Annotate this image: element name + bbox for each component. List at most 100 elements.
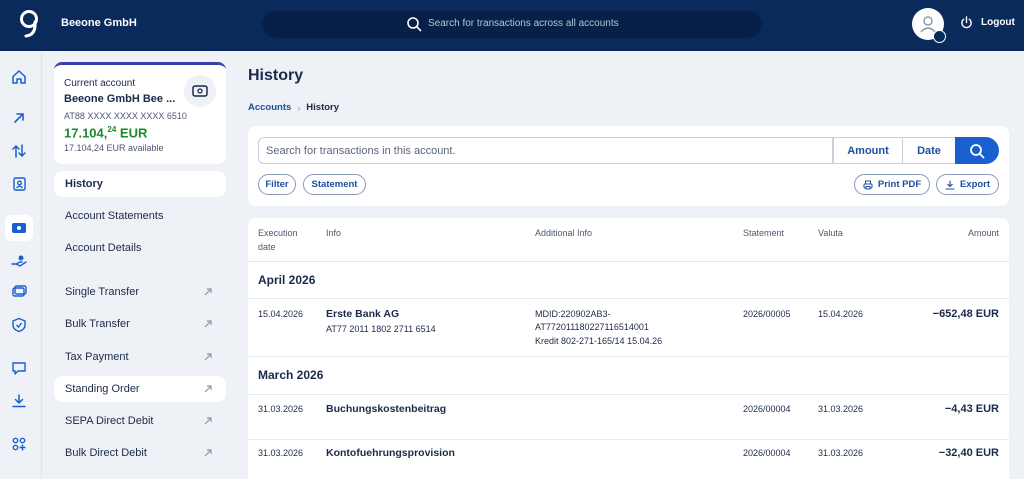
sidebar-item-label: Single Transfer xyxy=(65,286,139,298)
global-search-placeholder: Search for transactions across all accou… xyxy=(428,18,619,29)
balance-cents: 24 xyxy=(107,125,117,134)
shield-icon[interactable] xyxy=(7,313,31,337)
print-pdf-button[interactable]: Print PDF xyxy=(854,174,930,195)
sidebar-item-label: Standing Order xyxy=(65,383,140,395)
sidebar-item-account-details[interactable]: Account Details xyxy=(54,235,226,261)
row-divider xyxy=(248,394,1009,395)
card-view-icon[interactable] xyxy=(184,75,216,107)
sidebar-item-history[interactable]: History xyxy=(54,171,226,197)
sidebar-item-label: Account Statements xyxy=(65,210,164,222)
export-button[interactable]: Export xyxy=(936,174,999,195)
global-search-input[interactable]: Search for transactions across all accou… xyxy=(262,11,762,38)
column-header-statement[interactable]: Statement xyxy=(743,226,784,240)
filter-card: Search for transactions in this account.… xyxy=(248,126,1009,206)
statement-button[interactable]: Statement xyxy=(303,174,366,195)
print-pdf-label: Print PDF xyxy=(877,179,922,190)
sidebar-item-standing-order[interactable]: Standing Order xyxy=(54,376,226,402)
column-header-info[interactable]: Info xyxy=(326,226,341,240)
company-name: Beeone GmbH xyxy=(61,17,137,29)
filter-button[interactable]: Filter xyxy=(258,174,296,195)
row-valuta: 15.04.2026 xyxy=(818,309,864,319)
logout-label: Logout xyxy=(981,17,1015,28)
row-info-sub: AT77 2011 1802 2711 6514 xyxy=(326,324,436,334)
transfer-icon[interactable] xyxy=(7,139,31,163)
sidebar-item-single-transfer[interactable]: Single Transfer xyxy=(54,279,226,305)
row-amount: −4,43 EUR xyxy=(944,403,999,415)
page-title: History xyxy=(248,67,304,84)
row-divider xyxy=(248,439,1009,440)
month-group-label: April 2026 xyxy=(258,273,316,287)
sidebar-item-label: Bulk Transfer xyxy=(65,318,130,330)
bank-logo-icon[interactable] xyxy=(18,9,40,39)
row-statement: 2026/00005 xyxy=(743,309,791,319)
row-execution-date: 15.04.2026 xyxy=(258,309,304,319)
sidebar-item-bulk-transfer[interactable]: Bulk Transfer xyxy=(54,311,226,337)
column-header-valuta[interactable]: Valuta xyxy=(818,226,843,240)
card-icon[interactable] xyxy=(5,215,33,241)
account-search-input[interactable]: Search for transactions in this account. xyxy=(258,137,833,164)
contacts-icon[interactable] xyxy=(7,172,31,196)
apps-icon[interactable] xyxy=(7,432,31,456)
row-additional-info: Kredit 802-271-165/14 15.04.26 xyxy=(535,336,663,346)
balance-currency: EUR xyxy=(116,125,148,141)
account-sidebar: Current account Beeone GmbH Bee ... AT88… xyxy=(42,51,236,479)
cards-icon[interactable] xyxy=(7,280,31,304)
search-icon xyxy=(970,143,985,158)
sidebar-item-label: Tax Payment xyxy=(65,351,129,363)
sidebar-item-label: SEPA Direct Debit xyxy=(65,415,154,427)
transactions-table: Execution date Info Additional Info Stat… xyxy=(248,218,1009,479)
account-type-label: Current account xyxy=(64,78,136,89)
external-arrow-icon xyxy=(204,320,212,328)
download-icon xyxy=(945,179,955,190)
row-amount: −652,48 EUR xyxy=(932,308,999,320)
breadcrumb-accounts-link[interactable]: Accounts xyxy=(248,102,291,113)
column-header-execution-date[interactable]: Execution date xyxy=(258,226,298,254)
breadcrumb-current: History xyxy=(306,102,340,113)
download-icon[interactable] xyxy=(7,389,31,413)
breadcrumb: Accounts › History xyxy=(248,102,339,113)
hand-money-icon[interactable] xyxy=(7,249,31,273)
row-statement: 2026/00004 xyxy=(743,404,791,414)
month-group-label: March 2026 xyxy=(258,368,324,382)
row-info: Erste Bank AG xyxy=(326,308,400,320)
sidebar-item-sepa-direct-debit[interactable]: SEPA Direct Debit xyxy=(54,408,226,434)
external-arrow-icon xyxy=(204,385,212,393)
external-arrow-icon xyxy=(204,288,212,296)
chat-icon[interactable] xyxy=(7,356,31,380)
sidebar-item-bulk-direct-debit[interactable]: Bulk Direct Debit xyxy=(54,440,226,466)
export-label: Export xyxy=(959,179,991,190)
row-info: Buchungskostenbeitrag xyxy=(326,403,447,415)
row-divider xyxy=(248,356,1009,357)
external-arrow-icon xyxy=(204,449,212,457)
row-additional-info: AT772011180227116514001 xyxy=(535,322,649,332)
row-valuta: 31.03.2026 xyxy=(818,448,864,458)
sidebar-item-account-statements[interactable]: Account Statements xyxy=(54,203,226,229)
header-divider xyxy=(248,261,1009,262)
settings-badge-icon[interactable] xyxy=(933,30,946,43)
row-statement: 2026/00004 xyxy=(743,448,791,458)
external-arrow-icon xyxy=(204,353,212,361)
account-balance: 17.104,24 EUR xyxy=(64,125,147,140)
account-search-placeholder: Search for transactions in this account. xyxy=(266,145,456,157)
top-bar: Beeone GmbH Search for transactions acro… xyxy=(0,0,1024,51)
column-header-amount[interactable]: Amount xyxy=(968,226,999,240)
column-header-line: date xyxy=(258,242,276,252)
search-button[interactable] xyxy=(955,137,999,164)
sidebar-item-tax-payment[interactable]: Tax Payment xyxy=(54,344,226,370)
sidebar-item-label: History xyxy=(65,178,103,190)
row-valuta: 31.03.2026 xyxy=(818,404,864,414)
home-icon[interactable] xyxy=(7,65,31,89)
search-icon xyxy=(407,17,422,32)
row-additional-info: MDID:220902AB3- xyxy=(535,309,611,319)
icon-rail xyxy=(0,51,42,479)
column-header-additional-info[interactable]: Additional Info xyxy=(535,226,592,240)
account-card[interactable]: Current account Beeone GmbH Bee ... AT88… xyxy=(54,62,226,164)
sidebar-item-label: Account Details xyxy=(65,242,142,254)
logout-button[interactable]: Logout xyxy=(960,16,1015,29)
amount-button[interactable]: Amount xyxy=(833,137,903,164)
row-divider xyxy=(248,298,1009,299)
arrow-up-right-icon[interactable] xyxy=(7,106,31,130)
date-button[interactable]: Date xyxy=(902,137,956,164)
account-iban: AT88 XXXX XXXX XXXX 6510 xyxy=(64,111,187,121)
available-balance: 17.104,24 EUR available xyxy=(64,143,164,153)
